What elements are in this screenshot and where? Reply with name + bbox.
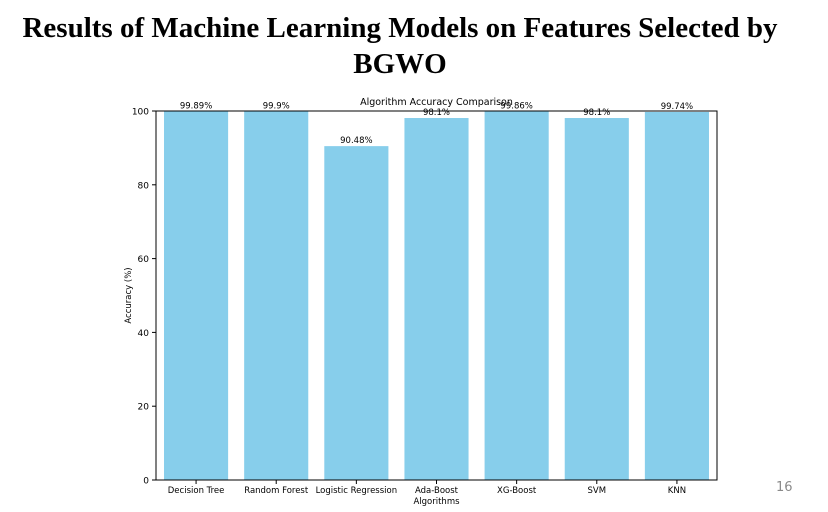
y-tick-label: 20 (138, 403, 150, 413)
y-tick-label: 100 (132, 108, 149, 118)
x-tick-label: Ada-Boost (415, 486, 459, 496)
bar-xg-boost (484, 111, 549, 481)
slide-number: 16 (776, 480, 793, 495)
data-label: 90.48% (340, 136, 372, 146)
bar-logistic-regression (324, 146, 389, 480)
x-tick-label: KNN (668, 486, 686, 496)
data-label: 98.1% (583, 108, 610, 118)
data-label: 99.9% (263, 101, 290, 111)
data-label: 99.74% (661, 102, 693, 112)
x-tick-label: Random Forest (244, 486, 309, 496)
y-tick-label: 40 (138, 329, 150, 339)
bar-ada-boost (404, 118, 469, 480)
bar-svm (564, 118, 629, 480)
y-tick-label: 80 (138, 181, 150, 191)
x-axis-label: Algorithms (413, 497, 460, 507)
y-tick-label: 0 (143, 477, 149, 487)
bar-decision-tree (164, 111, 229, 480)
bar-knn (644, 111, 709, 481)
data-label: 98.1% (423, 108, 450, 118)
chart-title: Algorithm Accuracy Comparison (360, 97, 513, 108)
y-axis-label: Accuracy (%) (124, 267, 134, 323)
bar-random-forest (244, 111, 309, 481)
bar-chart: 0 20 40 60 80 100 Decision Tree Random Forest Lo… (124, 97, 718, 507)
x-tick-label: Logistic Regression (316, 486, 398, 496)
x-tick-label: Decision Tree (168, 486, 225, 496)
y-tick-label: 60 (138, 255, 150, 265)
x-tick-label: XG-Boost (497, 486, 537, 496)
data-label: 99.89% (180, 101, 212, 111)
x-tick-label: SVM (588, 486, 607, 496)
